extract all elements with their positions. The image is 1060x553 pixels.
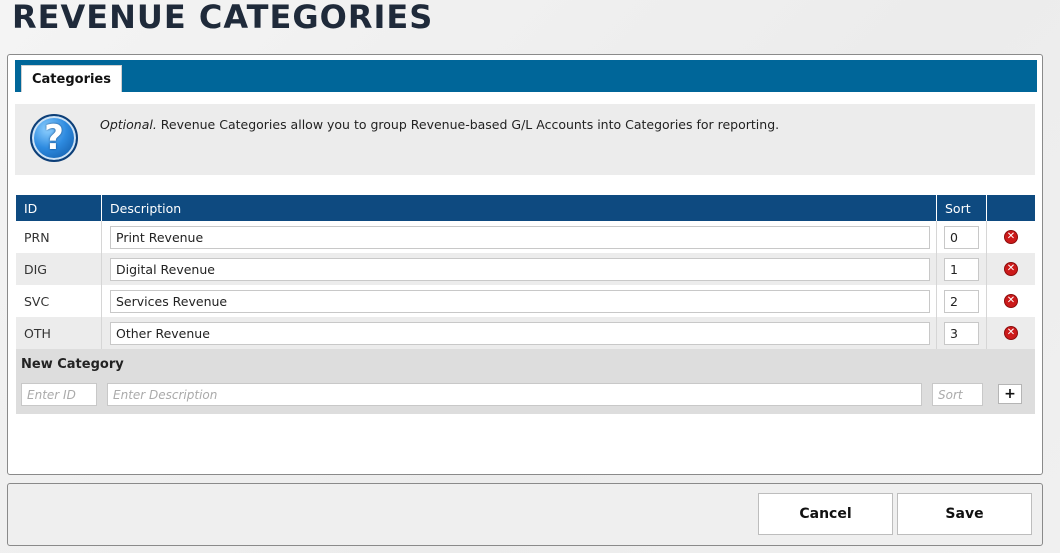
cancel-button[interactable]: Cancel (758, 493, 893, 535)
column-header-description: Description (102, 195, 937, 221)
table-row: DIG ✕ (16, 253, 1035, 285)
new-id-input[interactable] (21, 383, 97, 406)
delete-x-icon[interactable]: ✕ (1004, 230, 1018, 244)
column-header-actions (987, 195, 1035, 221)
tab-bar: Categories (15, 60, 1037, 92)
table-row: PRN ✕ (16, 221, 1035, 253)
sort-input[interactable] (944, 257, 979, 281)
row-id: PRN (16, 221, 102, 253)
description-input[interactable] (110, 289, 930, 313)
grid-header: ID Description Sort (16, 195, 1035, 221)
save-button[interactable]: Save (897, 493, 1032, 535)
info-box: ? Optional. Revenue Categories allow you… (15, 104, 1035, 175)
new-category-row: + (16, 383, 1035, 409)
row-id: DIG (16, 253, 102, 285)
add-category-button[interactable]: + (998, 384, 1022, 404)
table-row: SVC ✕ (16, 285, 1035, 317)
footer-bar: Cancel Save (7, 483, 1043, 546)
row-id: OTH (16, 317, 102, 349)
help-question-icon: ? (30, 114, 78, 162)
delete-x-icon[interactable]: ✕ (1004, 326, 1018, 340)
delete-x-icon[interactable]: ✕ (1004, 294, 1018, 308)
info-text: Optional. Revenue Categories allow you t… (100, 117, 779, 132)
page-title: REVENUE CATEGORIES (12, 0, 434, 36)
sort-input[interactable] (944, 289, 979, 313)
column-header-sort: Sort (937, 195, 987, 221)
column-header-id: ID (16, 195, 102, 221)
table-row: OTH ✕ (16, 317, 1035, 349)
categories-grid: ID Description Sort PRN ✕ DIG ✕ SVC ✕ OT… (16, 195, 1035, 414)
description-input[interactable] (110, 321, 930, 345)
description-input[interactable] (110, 225, 930, 249)
optional-label: Optional. (100, 117, 157, 132)
new-sort-input[interactable] (932, 383, 983, 406)
categories-panel: Categories ? Optional. Revenue Categorie… (7, 54, 1043, 475)
description-input[interactable] (110, 257, 930, 281)
info-description: Revenue Categories allow you to group Re… (156, 117, 780, 132)
delete-x-icon[interactable]: ✕ (1004, 262, 1018, 276)
sort-input[interactable] (944, 225, 979, 249)
new-category-section: New Category + (16, 349, 1035, 414)
tab-categories[interactable]: Categories (21, 65, 122, 92)
row-id: SVC (16, 285, 102, 317)
sort-input[interactable] (944, 321, 979, 345)
new-description-input[interactable] (107, 383, 922, 406)
new-category-title: New Category (21, 357, 124, 372)
